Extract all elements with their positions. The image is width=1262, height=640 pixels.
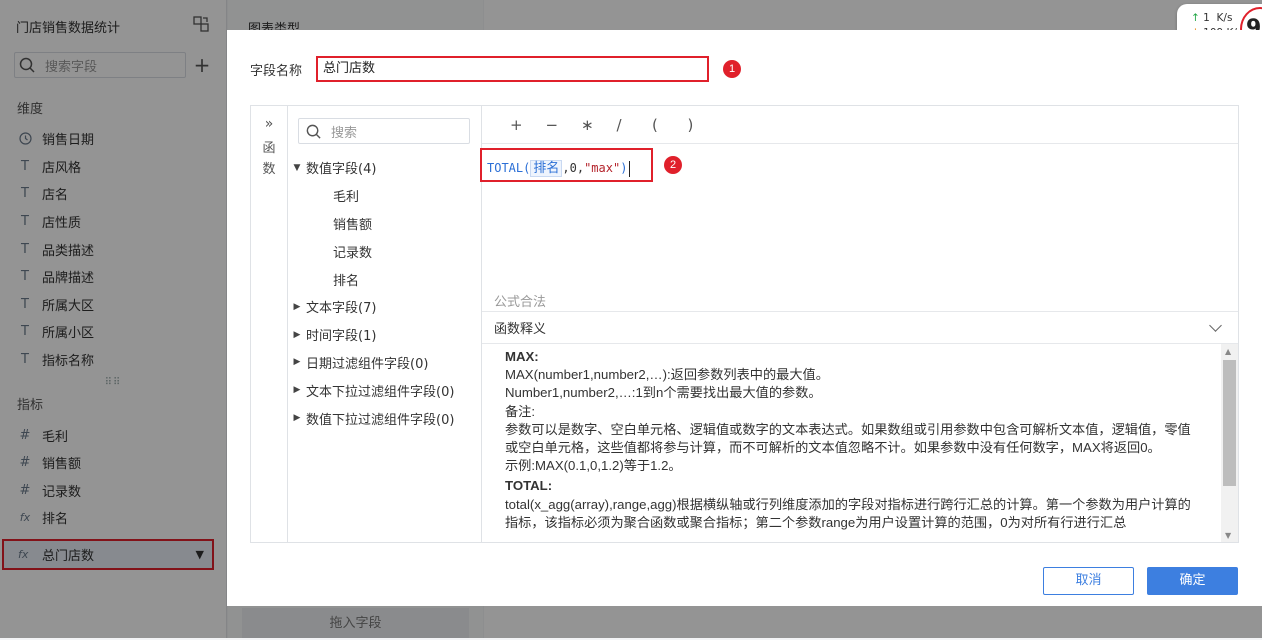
formula-editor: » 函 数 搜索 ▼ 数值字段(4) 毛利 销售额 记录数 排名 ▶ 文本字段(7)…	[250, 105, 1239, 543]
confirm-button[interactable]: 确定	[1147, 567, 1238, 595]
tree-search-placeholder: 搜索	[331, 125, 358, 141]
caret-right-icon: ▶	[293, 301, 301, 312]
formula-close-token: )	[620, 161, 628, 175]
upload-speed: 1	[1203, 12, 1210, 24]
formula-validity-status: 公式合法	[494, 295, 547, 310]
explain-line: Number1,number2,…:1到n个需要找出最大值的参数。	[505, 385, 822, 401]
formula-string-token: "max"	[584, 161, 621, 175]
tree-item[interactable]: 销售额	[288, 210, 482, 238]
tree-search-input[interactable]: 搜索	[298, 118, 470, 144]
cancel-button[interactable]: 取消	[1043, 567, 1134, 595]
minus-operator-button[interactable]: −	[546, 116, 582, 134]
tree-group[interactable]: ▶ 文本字段(7)	[288, 293, 482, 321]
function-rail-label: 函 数	[251, 138, 287, 180]
caret-down-icon: ▼	[293, 162, 301, 173]
caret-right-icon: ▶	[293, 357, 301, 368]
explain-scrollbar[interactable]: ▲ ▼	[1221, 344, 1238, 542]
formula-field-token[interactable]: 排名	[530, 160, 563, 177]
tree-group-label: 数值下拉过滤组件字段(0)	[306, 412, 455, 428]
formula-input[interactable]: TOTAL(排名 ,0,"max")	[480, 148, 653, 182]
formula-args-token: ,0,	[562, 161, 585, 175]
tree-group[interactable]: ▶ 数值下拉过滤组件字段(0)	[288, 404, 482, 432]
field-name-label: 字段名称	[250, 63, 303, 79]
arrow-up-icon: ↑	[1191, 12, 1200, 24]
multiply-operator-button[interactable]: ∗	[581, 116, 617, 134]
explain-line: MAX:	[505, 349, 539, 364]
tree-group[interactable]: ▶ 时间字段(1)	[288, 321, 482, 349]
explain-line: MAX(number1,number2,…):返回参数列表中的最大值。	[505, 367, 829, 383]
tree-item[interactable]: 记录数	[288, 237, 482, 265]
function-rail-char: 数	[262, 162, 276, 177]
formula-field-dialog: 字段名称 总门店数 1 » 函 数 搜索 ▼ 数值字段(4) 毛利 销售额 记录数	[227, 30, 1262, 606]
step-badge-2: 2	[664, 156, 682, 174]
tree-item[interactable]: 毛利	[288, 182, 482, 210]
text-cursor	[629, 160, 631, 177]
function-explain-body: MAX: MAX(number1,number2,…):返回参数列表中的最大值。…	[482, 344, 1238, 542]
tree-group-label: 文本字段(7)	[306, 301, 377, 317]
field-tree-panel: 搜索 ▼ 数值字段(4) 毛利 销售额 记录数 排名 ▶ 文本字段(7) ▶ 时间字段…	[288, 106, 482, 542]
tree-group-numeric[interactable]: ▼ 数值字段(4)	[288, 154, 482, 182]
explain-line: 参数可以是数字、空白单元格、逻辑值或数字的文本表达式。如果数组或引用参数中包含可…	[505, 421, 1191, 456]
caret-right-icon: ▶	[293, 329, 301, 340]
field-name-input[interactable]: 总门店数	[316, 56, 709, 82]
function-explain-header[interactable]: 函数释义	[482, 311, 1238, 344]
open-paren-button[interactable]: (	[652, 116, 688, 134]
caret-right-icon: ▶	[293, 413, 301, 424]
field-name-row: 字段名称 总门店数	[250, 56, 709, 82]
tree-group-label: 数值字段(4)	[306, 162, 377, 178]
explain-line: 示例:MAX(0.1,0,1.2)等于1.2。	[505, 458, 682, 474]
explain-line: total(x_agg(array),range,agg)根据横纵轴或行列维度添…	[505, 496, 1191, 530]
function-explain-title: 函数释义	[494, 322, 547, 337]
explain-line: 备注:	[505, 403, 536, 419]
operator-toolbar: + − ∗ / ( )	[482, 106, 1238, 144]
function-rail-char: 函	[262, 141, 276, 156]
divide-operator-button[interactable]: /	[617, 116, 653, 134]
search-icon	[305, 123, 322, 144]
field-tree: ▼ 数值字段(4) 毛利 销售额 记录数 排名 ▶ 文本字段(7) ▶ 时间字段(1)…	[288, 154, 482, 432]
tree-group-label: 日期过滤组件字段(0)	[306, 356, 429, 372]
plus-operator-button[interactable]: +	[510, 116, 546, 134]
tree-group-label: 时间字段(1)	[306, 329, 377, 345]
explain-line: TOTAL:	[505, 478, 553, 494]
double-chevron-right-icon[interactable]: »	[251, 116, 287, 132]
tree-item[interactable]: 排名	[288, 265, 482, 293]
scroll-down-icon[interactable]: ▼	[1225, 531, 1231, 540]
close-paren-button[interactable]: )	[688, 116, 724, 134]
scroll-up-icon[interactable]: ▲	[1225, 347, 1231, 356]
scrollbar-thumb[interactable]	[1223, 360, 1236, 486]
tree-group-label: 文本下拉过滤组件字段(0)	[306, 384, 455, 400]
step-badge-1: 1	[723, 60, 741, 78]
caret-right-icon: ▶	[293, 385, 301, 396]
chevron-down-icon[interactable]	[1209, 319, 1222, 332]
tree-group[interactable]: ▶ 文本下拉过滤组件字段(0)	[288, 376, 482, 404]
formula-function-token: TOTAL(	[487, 161, 531, 175]
upload-unit: K/s	[1216, 12, 1233, 24]
formula-area: + − ∗ / ( ) TOTAL(排名 ,0,"max") 公式合法 函数释义 …	[480, 106, 1238, 542]
function-rail[interactable]: » 函 数	[251, 106, 288, 542]
tree-group[interactable]: ▶ 日期过滤组件字段(0)	[288, 349, 482, 377]
